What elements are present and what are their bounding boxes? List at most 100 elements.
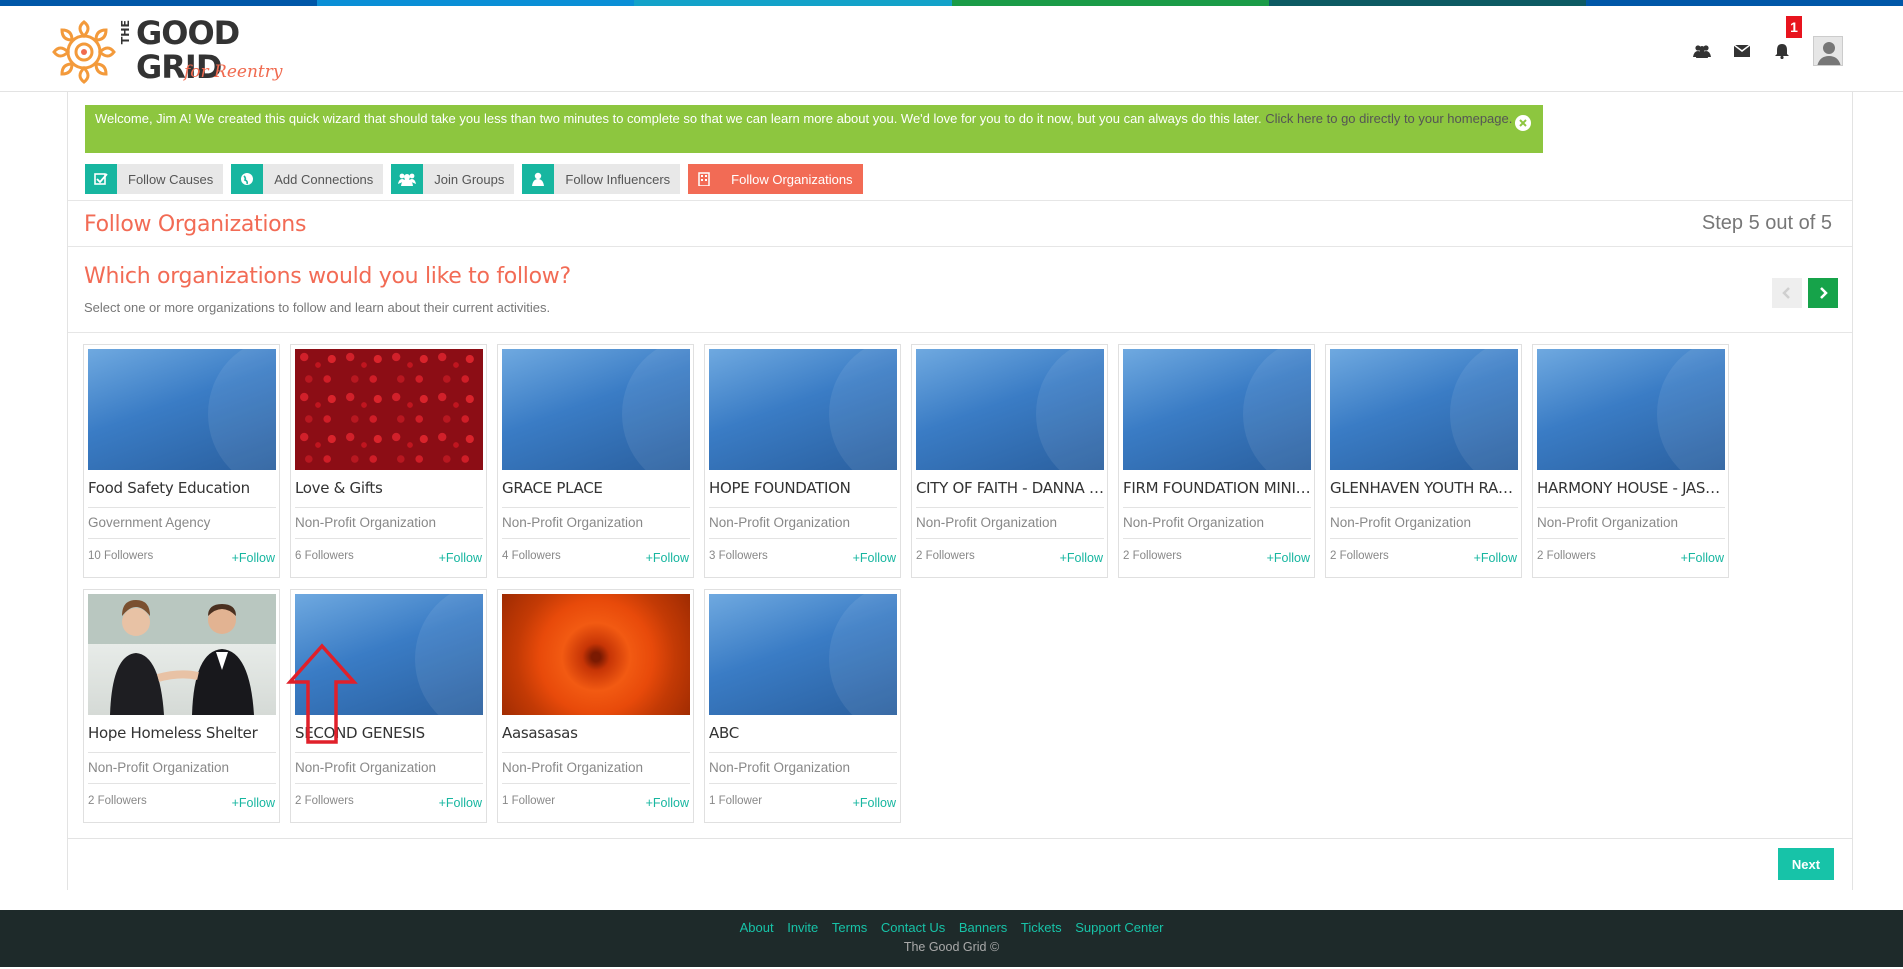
divider (68, 200, 1852, 201)
organization-name[interactable]: CITY OF FAITH - DANNA HO... (916, 479, 1104, 497)
follow-button[interactable]: +Follow (1060, 551, 1103, 565)
organization-card[interactable]: ABC Non-Profit Organization 1 Follower +… (704, 589, 901, 823)
footer-link-terms[interactable]: Terms (832, 920, 867, 935)
pager (1772, 278, 1838, 308)
divider (502, 507, 690, 508)
avatar[interactable] (1813, 36, 1843, 66)
follow-button[interactable]: +Follow (853, 551, 896, 565)
logo-line-1: GOOD (136, 14, 240, 52)
tab-follow-causes[interactable]: Follow Causes (85, 164, 224, 194)
organization-name[interactable]: HARMONY HOUSE - JASPER (1537, 479, 1725, 497)
footer-link-invite[interactable]: Invite (787, 920, 818, 935)
divider (88, 752, 276, 753)
next-button[interactable]: Next (1778, 848, 1834, 880)
follow-button[interactable]: +Follow (232, 796, 275, 810)
divider (916, 507, 1104, 508)
organization-image[interactable] (709, 594, 897, 715)
organization-card[interactable]: CITY OF FAITH - DANNA HO... Non-Profit O… (911, 344, 1108, 578)
organization-image[interactable] (295, 349, 483, 470)
organization-card[interactable]: GLENHAVEN YOUTH RANCH Non-Profit Organiz… (1325, 344, 1522, 578)
close-banner-button[interactable] (1515, 115, 1531, 131)
step-label: Follow Organizations (731, 171, 853, 187)
bell-icon[interactable] (1773, 42, 1791, 60)
organization-type: Non-Profit Organization (1330, 515, 1472, 530)
question-subtitle: Select one or more organizations to foll… (84, 300, 551, 315)
organization-type: Government Agency (88, 515, 211, 530)
organization-card[interactable]: Love & Gifts Non-Profit Organization 6 F… (290, 344, 487, 578)
divider (68, 332, 1852, 333)
divider (1123, 538, 1311, 539)
follower-count: 6 Followers (295, 550, 354, 562)
tab-add-connections[interactable]: Add Connections (231, 164, 384, 194)
organization-image[interactable] (709, 349, 897, 470)
follow-button[interactable]: +Follow (439, 551, 482, 565)
organization-image[interactable] (88, 594, 276, 715)
divider (916, 538, 1104, 539)
step-label: Follow Causes (128, 171, 214, 187)
divider (502, 752, 690, 753)
organization-card[interactable]: FIRM FOUNDATION MINIST... Non-Profit Org… (1118, 344, 1315, 578)
handshake-photo-icon (88, 594, 276, 715)
footer-link-banners[interactable]: Banners (959, 920, 1007, 935)
connections-icon[interactable] (1693, 42, 1711, 60)
organization-card[interactable]: GRACE PLACE Non-Profit Organization 4 Fo… (497, 344, 694, 578)
organization-image[interactable] (502, 594, 690, 715)
follow-button[interactable]: +Follow (1474, 551, 1517, 565)
organization-card[interactable]: Food Safety Education Government Agency … (83, 344, 280, 578)
mail-icon[interactable] (1733, 42, 1751, 60)
organization-image[interactable] (88, 349, 276, 470)
logo[interactable]: THE GOOD GRID for Reentry (48, 12, 283, 92)
organization-name[interactable]: Hope Homeless Shelter (88, 724, 276, 742)
footer-link-support[interactable]: Support Center (1075, 920, 1163, 935)
organization-type: Non-Profit Organization (1123, 515, 1265, 530)
follow-button[interactable]: +Follow (853, 796, 896, 810)
next-page-button[interactable] (1808, 278, 1838, 308)
divider (1330, 507, 1518, 508)
checkbox-icon (85, 164, 117, 194)
tab-join-groups[interactable]: Join Groups (391, 164, 515, 194)
follow-button[interactable]: +Follow (439, 796, 482, 810)
organization-card[interactable]: HARMONY HOUSE - JASPER Non-Profit Organi… (1532, 344, 1729, 578)
follow-button[interactable]: +Follow (232, 551, 275, 565)
follow-button[interactable]: +Follow (646, 796, 689, 810)
footer-link-tickets[interactable]: Tickets (1021, 920, 1062, 935)
follower-count: 1 Follower (709, 795, 763, 807)
follow-button[interactable]: +Follow (1681, 551, 1724, 565)
organization-name[interactable]: GRACE PLACE (502, 479, 690, 497)
follower-count: 2 Followers (1330, 550, 1389, 562)
organization-type: Non-Profit Organization (1537, 515, 1679, 530)
organization-card[interactable]: Aasasasas Non-Profit Organization 1 Foll… (497, 589, 694, 823)
user-icon (522, 164, 555, 194)
follow-button[interactable]: +Follow (646, 551, 689, 565)
organization-name[interactable]: GLENHAVEN YOUTH RANCH (1330, 479, 1518, 497)
tab-follow-organizations[interactable]: Follow Organizations (688, 164, 863, 194)
organization-image[interactable] (916, 349, 1104, 470)
organization-type: Non-Profit Organization (709, 515, 851, 530)
footer-link-about[interactable]: About (740, 920, 774, 935)
organization-name[interactable]: Food Safety Education (88, 479, 276, 497)
page-title: Follow Organizations (84, 212, 307, 237)
organization-name[interactable]: FIRM FOUNDATION MINIST... (1123, 479, 1311, 497)
organization-image[interactable] (1537, 349, 1725, 470)
site-header: THE GOOD GRID for Reentry 1 (0, 6, 1903, 92)
divider (88, 783, 276, 784)
organization-card[interactable]: HOPE FOUNDATION Non-Profit Organization … (704, 344, 901, 578)
organization-type: Non-Profit Organization (916, 515, 1058, 530)
follow-button[interactable]: +Follow (1267, 551, 1310, 565)
footer-link-contact[interactable]: Contact Us (881, 920, 945, 935)
organization-name[interactable]: Aasasasas (502, 724, 690, 742)
organization-card[interactable]: Hope Homeless Shelter Non-Profit Organiz… (83, 589, 280, 823)
organization-image[interactable] (1330, 349, 1518, 470)
follower-count: 3 Followers (709, 550, 768, 562)
organization-name[interactable]: HOPE FOUNDATION (709, 479, 897, 497)
organization-name[interactable]: Love & Gifts (295, 479, 483, 497)
logo-tagline: for Reentry (184, 62, 283, 82)
organization-name[interactable]: ABC (709, 724, 897, 742)
user-avatar-icon (1817, 42, 1841, 65)
homepage-link[interactable]: Click here to go directly to your homepa… (1265, 111, 1512, 126)
tab-follow-influencers[interactable]: Follow Influencers (522, 164, 681, 194)
prev-page-button[interactable] (1772, 278, 1802, 308)
divider (1330, 538, 1518, 539)
organization-image[interactable] (502, 349, 690, 470)
organization-image[interactable] (1123, 349, 1311, 470)
